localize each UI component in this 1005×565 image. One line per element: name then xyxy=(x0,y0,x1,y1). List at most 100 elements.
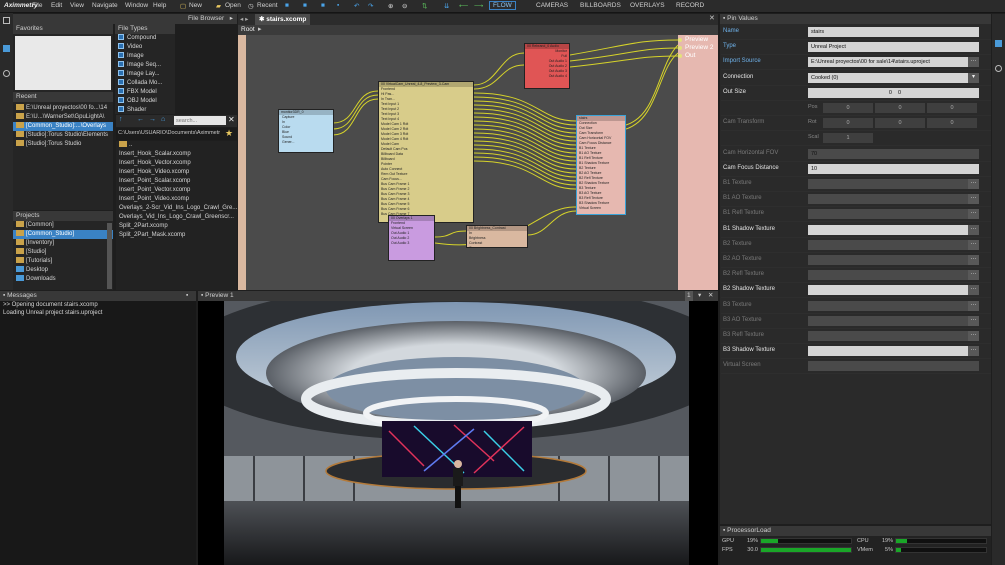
search-icon[interactable] xyxy=(995,65,1002,72)
pin-value[interactable] xyxy=(808,239,979,250)
checkbox-icon[interactable] xyxy=(118,97,124,103)
file-item[interactable]: Split_2Part_Mask.xcomp xyxy=(116,231,237,240)
project-item[interactable]: [Studio] xyxy=(13,248,113,257)
flow-canvas[interactable]: Root ▸ Preview Preview 2 Out monitor3DR_… xyxy=(238,25,718,290)
file-item[interactable]: Overlays_2-Scr_Vid_Ins_Logo_Crawl_Gre... xyxy=(116,204,237,213)
pin-value[interactable] xyxy=(808,270,979,281)
pin-value[interactable] xyxy=(808,331,979,341)
menu-view[interactable]: View xyxy=(70,2,84,9)
file-item[interactable]: Insert_Hook_Scalar.xcomp xyxy=(116,150,237,159)
browse-icon[interactable]: ··· xyxy=(968,285,979,296)
preview-options-icon[interactable]: ▾ xyxy=(698,291,701,301)
pin-value[interactable] xyxy=(808,224,979,235)
file-item[interactable]: Insert_Hook_Video.xcomp xyxy=(116,168,237,177)
file-item[interactable]: .. xyxy=(116,141,237,150)
panel-menu-icon[interactable]: ▸ xyxy=(230,14,233,24)
browse-icon[interactable]: ··· xyxy=(968,315,979,326)
browse-icon[interactable]: ··· xyxy=(968,224,979,235)
browse-icon[interactable]: ··· xyxy=(968,331,979,341)
undo-icon[interactable]: ↶ xyxy=(354,2,359,10)
recent-item[interactable]: [Studio]:Torus Studio xyxy=(13,140,113,149)
pin-value[interactable] xyxy=(808,179,979,189)
project-item[interactable]: [Common_Studio] xyxy=(13,230,113,239)
save-icon[interactable]: ■ xyxy=(285,2,289,9)
pin-sub-value[interactable]: 0 xyxy=(823,118,873,129)
output-preview[interactable]: Preview xyxy=(685,36,708,43)
pin-value[interactable] xyxy=(808,209,979,220)
pin-value[interactable]: 70 xyxy=(808,148,979,159)
pin-value[interactable] xyxy=(808,346,979,357)
messages-close-icon[interactable]: ▪ xyxy=(186,291,188,301)
menu-window[interactable]: Window xyxy=(125,2,148,9)
clear-search-icon[interactable]: ✕ xyxy=(228,115,235,124)
close-doc-icon[interactable]: ▪ xyxy=(337,2,339,9)
node-virtual-camera[interactable]: 00 VirtualCam_Unreal_4-8_Preview_3-Cam F… xyxy=(378,81,474,223)
new-button[interactable]: New xyxy=(189,2,202,9)
link-icon[interactable]: ⇊ xyxy=(444,2,449,10)
mode-flow[interactable]: FLOW xyxy=(489,1,516,10)
browse-icon[interactable]: ··· xyxy=(968,346,979,357)
project-item[interactable]: [Tutorials] xyxy=(13,257,113,266)
browse-icon[interactable]: ··· xyxy=(968,300,979,311)
preview-number[interactable]: 1 xyxy=(685,291,693,301)
node-audio-mixer[interactable]: 00 Rebrand_0 Audio Monitor Full Out Audio … xyxy=(524,43,570,89)
project-item[interactable]: [Common] xyxy=(13,221,113,230)
file-item[interactable]: Insert_Point_Video.xcomp xyxy=(116,195,237,204)
back-icon[interactable]: ⟵ xyxy=(459,2,468,10)
recent-item[interactable]: [Common_Studio]:...\Overlays xyxy=(13,122,113,131)
pin-value[interactable]: Cooked (0) xyxy=(808,72,979,83)
new-icon[interactable]: ▢ xyxy=(180,2,186,10)
file-type-item[interactable]: Image Seq... xyxy=(115,61,175,70)
favorites-list[interactable] xyxy=(15,36,111,90)
recent-item[interactable]: [Studio]:Torus Studio\Elements xyxy=(13,131,113,140)
zoom-out-icon[interactable]: ⊖ xyxy=(402,2,407,10)
file-item[interactable]: Overlays_Vid_Ins_Logo_Crawl_Greenscr... xyxy=(116,213,237,222)
project-item[interactable]: Downloads xyxy=(13,275,113,284)
checkbox-icon[interactable] xyxy=(118,79,124,85)
file-item[interactable]: Insert_Hook_Vector.xcomp xyxy=(116,159,237,168)
file-type-item[interactable]: FBX Model xyxy=(115,88,175,97)
mode-overlays[interactable]: OVERLAYS xyxy=(630,2,665,9)
node-pin[interactable]: Out Audio 4 xyxy=(525,74,569,79)
node-stairs[interactable]: stairs Connection Out Size Cam Transform Ca… xyxy=(576,115,626,215)
pin-value[interactable] xyxy=(808,300,979,311)
output-preview-2[interactable]: Preview 2 xyxy=(685,44,714,51)
pin-value[interactable] xyxy=(808,361,979,372)
checkbox-icon[interactable] xyxy=(118,34,124,40)
pin-value[interactable]: Unreal Project xyxy=(808,42,979,53)
node-brightness[interactable]: 00 Brightness_Contrast In Brightness Contr… xyxy=(466,225,528,248)
browse-icon[interactable]: ··· xyxy=(968,179,979,189)
tab-stairs[interactable]: ✱ stairs.xcomp xyxy=(255,14,311,25)
forward-arrow-icon[interactable]: → xyxy=(149,116,156,123)
checkbox-icon[interactable] xyxy=(118,52,124,58)
output-out[interactable]: Out xyxy=(685,52,695,59)
zoom-in-icon[interactable]: ⊕ xyxy=(388,2,393,10)
pin-sub-value[interactable]: 0 xyxy=(823,103,873,113)
node-pin[interactable]: Out Audio 3 xyxy=(389,241,434,246)
file-type-item[interactable]: Collada Mo... xyxy=(115,79,175,88)
tab-arrow-icon[interactable]: ◂ ▸ xyxy=(240,15,248,23)
path-text[interactable]: C:\Users\USUARIO\Documents\Aximmetr xyxy=(118,130,222,136)
back-arrow-icon[interactable]: ← xyxy=(137,116,144,123)
file-item[interactable]: Split_2Part.xcomp xyxy=(116,222,237,231)
preview-close-icon[interactable]: ✕ xyxy=(708,291,713,301)
checkbox-icon[interactable] xyxy=(118,43,124,49)
node-overlays[interactable]: 00 Overlays 1 Frontend Virtual Screen Out … xyxy=(388,215,435,261)
menu-file[interactable]: File xyxy=(32,2,42,9)
projects-scrollbar[interactable] xyxy=(107,223,112,289)
forward-icon[interactable]: ⟶ xyxy=(474,2,483,10)
redo-icon[interactable]: ↷ xyxy=(368,2,373,10)
pin-value[interactable]: 0 0 xyxy=(808,87,979,98)
browse-icon[interactable]: ··· xyxy=(968,255,979,265)
node-capture[interactable]: monitor3DR_0 Capture In Color Blue Sound… xyxy=(278,109,334,153)
browse-icon[interactable]: ··· xyxy=(968,194,979,205)
mode-cameras[interactable]: CAMERAS xyxy=(536,2,568,9)
recent-item[interactable]: E:\U...\WarnerSet\GpuLightA\ xyxy=(13,113,113,122)
recent-item[interactable]: E:\Unreal proyectos\00 fo...\14 xyxy=(13,104,113,113)
project-item[interactable]: Desktop xyxy=(13,266,113,275)
recent-icon[interactable]: ◷ xyxy=(248,2,254,10)
pin-sub-value[interactable]: 0 xyxy=(927,103,977,113)
pin-values-icon[interactable] xyxy=(995,40,1002,47)
close-tab-icon[interactable]: ✕ xyxy=(709,14,715,22)
up-arrow-icon[interactable]: ↑ xyxy=(119,116,123,123)
